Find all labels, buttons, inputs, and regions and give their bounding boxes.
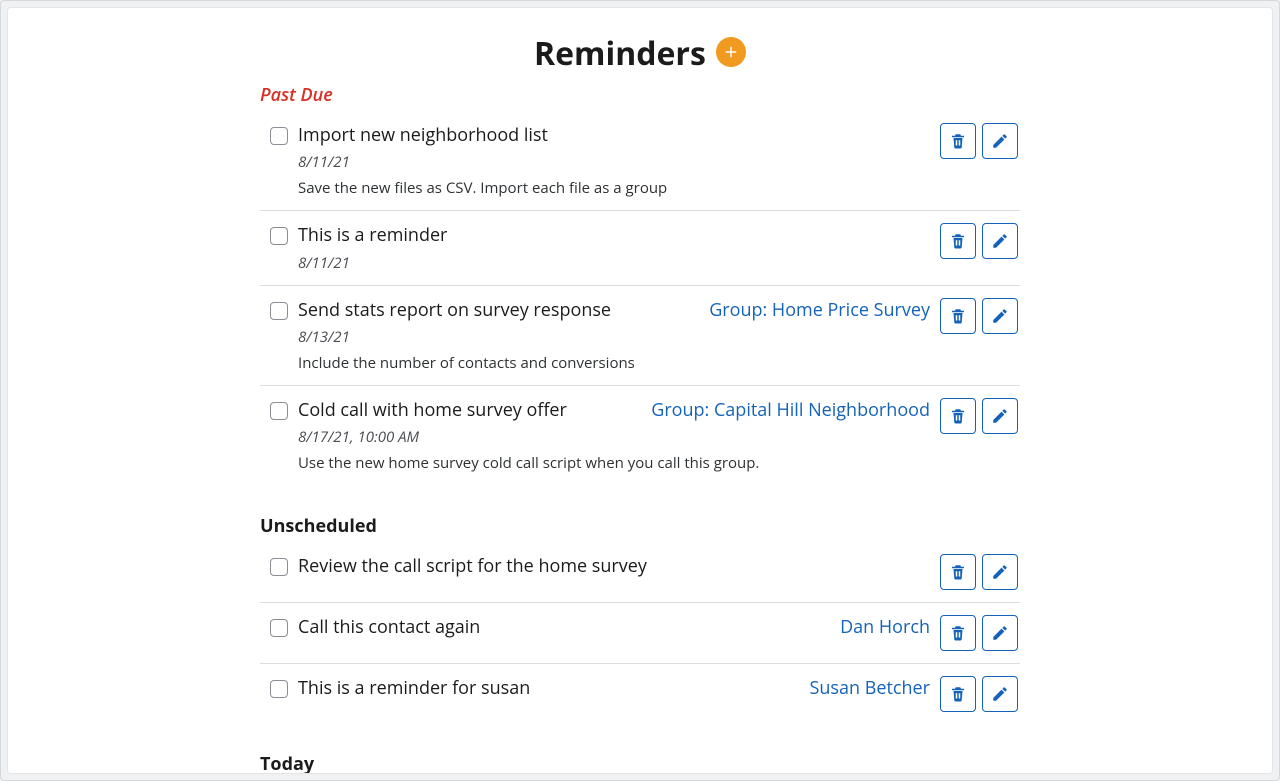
complete-checkbox[interactable] <box>270 302 288 320</box>
reminder-body: Import new neighborhood list 8/11/21 Sav… <box>298 123 930 198</box>
edit-button[interactable] <box>982 615 1018 651</box>
reminder-item: Review the call script for the home surv… <box>260 542 1020 603</box>
complete-checkbox[interactable] <box>270 227 288 245</box>
delete-button[interactable] <box>940 554 976 590</box>
app-frame: Reminders Past Due Import new neighborho… <box>0 0 1280 781</box>
reminder-title: This is a reminder for susan <box>298 676 798 701</box>
reminder-title: This is a reminder <box>298 223 930 248</box>
reminder-body: Call this contact again Dan Horch <box>298 615 930 640</box>
pencil-icon <box>991 624 1009 642</box>
content: Past Due Import new neighborhood list 8/… <box>260 83 1020 774</box>
reminder-item: Import new neighborhood list 8/11/21 Sav… <box>260 111 1020 211</box>
page-title: Reminders <box>534 32 706 75</box>
edit-button[interactable] <box>982 398 1018 434</box>
trash-icon <box>949 624 967 642</box>
section-heading-today: Today <box>260 752 1020 775</box>
pencil-icon <box>991 307 1009 325</box>
reminder-actions <box>940 398 1018 434</box>
reminder-date: 8/11/21 <box>298 253 930 273</box>
trash-icon <box>949 685 967 703</box>
delete-button[interactable] <box>940 676 976 712</box>
reminder-body: This is a reminder 8/11/21 <box>298 223 930 272</box>
pencil-icon <box>991 685 1009 703</box>
reminders-panel: Reminders Past Due Import new neighborho… <box>7 7 1273 774</box>
section-heading-unscheduled: Unscheduled <box>260 514 1020 538</box>
delete-button[interactable] <box>940 298 976 334</box>
pencil-icon <box>991 563 1009 581</box>
reminder-title: Cold call with home survey offer <box>298 398 639 423</box>
delete-button[interactable] <box>940 223 976 259</box>
trash-icon <box>949 232 967 250</box>
trash-icon <box>949 307 967 325</box>
reminder-title: Send stats report on survey response <box>298 298 697 323</box>
edit-button[interactable] <box>982 123 1018 159</box>
trash-icon <box>949 407 967 425</box>
edit-button[interactable] <box>982 554 1018 590</box>
reminder-title: Call this contact again <box>298 615 828 640</box>
reminder-note: Include the number of contacts and conve… <box>298 353 930 373</box>
section-heading-past-due: Past Due <box>260 83 1020 107</box>
reminder-item: Cold call with home survey offer Group: … <box>260 386 1020 485</box>
pencil-icon <box>991 232 1009 250</box>
add-reminder-button[interactable] <box>716 37 746 67</box>
reminder-actions <box>940 123 1018 159</box>
reminder-group-link[interactable]: Group: Capital Hill Neighborhood <box>651 398 930 423</box>
reminder-body: Review the call script for the home surv… <box>298 554 930 579</box>
complete-checkbox[interactable] <box>270 127 288 145</box>
pencil-icon <box>991 407 1009 425</box>
reminder-date: 8/13/21 <box>298 327 930 347</box>
reminder-note: Use the new home survey cold call script… <box>298 453 930 473</box>
reminder-body: Send stats report on survey response Gro… <box>298 298 930 373</box>
complete-checkbox[interactable] <box>270 402 288 420</box>
reminder-contact-link[interactable]: Dan Horch <box>840 615 930 640</box>
reminder-date: 8/11/21 <box>298 152 930 172</box>
reminder-actions <box>940 298 1018 334</box>
reminder-item: Send stats report on survey response Gro… <box>260 286 1020 386</box>
reminder-contact-link[interactable]: Susan Betcher <box>810 676 930 701</box>
reminder-note: Save the new files as CSV. Import each f… <box>298 178 930 198</box>
edit-button[interactable] <box>982 223 1018 259</box>
reminder-title: Import new neighborhood list <box>298 123 930 148</box>
trash-icon <box>949 563 967 581</box>
delete-button[interactable] <box>940 398 976 434</box>
complete-checkbox[interactable] <box>270 680 288 698</box>
edit-button[interactable] <box>982 676 1018 712</box>
plus-icon <box>722 43 740 61</box>
reminder-actions <box>940 615 1018 651</box>
delete-button[interactable] <box>940 615 976 651</box>
pencil-icon <box>991 132 1009 150</box>
trash-icon <box>949 132 967 150</box>
delete-button[interactable] <box>940 123 976 159</box>
reminder-date: 8/17/21, 10:00 AM <box>298 427 930 447</box>
reminder-item: This is a reminder 8/11/21 <box>260 211 1020 285</box>
complete-checkbox[interactable] <box>270 619 288 637</box>
reminder-item: This is a reminder for susan Susan Betch… <box>260 664 1020 724</box>
reminder-title: Review the call script for the home surv… <box>298 554 930 579</box>
reminder-actions <box>940 223 1018 259</box>
reminder-body: Cold call with home survey offer Group: … <box>298 398 930 473</box>
edit-button[interactable] <box>982 298 1018 334</box>
reminder-body: This is a reminder for susan Susan Betch… <box>298 676 930 701</box>
complete-checkbox[interactable] <box>270 558 288 576</box>
reminder-actions <box>940 554 1018 590</box>
header-row: Reminders <box>38 32 1242 75</box>
reminder-group-link[interactable]: Group: Home Price Survey <box>709 298 930 323</box>
reminder-actions <box>940 676 1018 712</box>
reminder-item: Call this contact again Dan Horch <box>260 603 1020 664</box>
